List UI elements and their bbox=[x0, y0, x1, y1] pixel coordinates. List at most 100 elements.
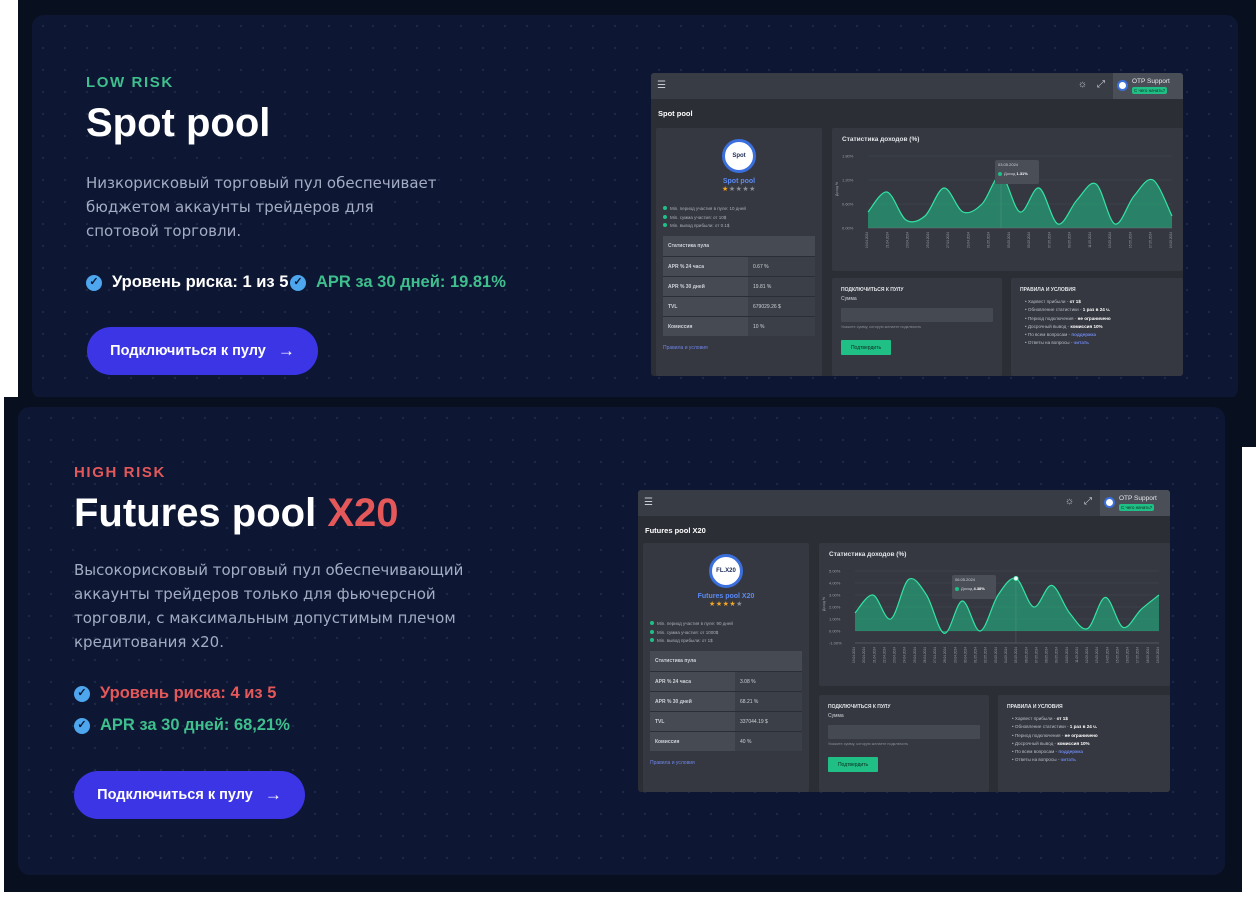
faq-link[interactable]: читать bbox=[1061, 757, 1076, 762]
pool-name: Spot pool bbox=[722, 178, 756, 185]
support-link[interactable]: поддержка bbox=[1071, 332, 1096, 337]
expand-icon[interactable]: ⤢ bbox=[1097, 79, 1105, 90]
stat-value: 0.67 % bbox=[748, 257, 815, 276]
x-tick-label: 25.04.2024 bbox=[926, 232, 930, 248]
pool-logo: Spot bbox=[722, 139, 756, 173]
pool-title: Futures pool X20 bbox=[74, 491, 399, 536]
x-tick-label: 19.04.2024 bbox=[865, 232, 869, 248]
y-tick-label: 1.80% bbox=[842, 154, 854, 159]
rules-title: Правила и условия bbox=[1007, 704, 1063, 710]
user-name: OTP Support bbox=[1132, 78, 1170, 85]
requirement-item: Min. вывод прибыли: от 1$ bbox=[650, 637, 733, 646]
x-tick-label: 25.04.2024 bbox=[913, 647, 917, 663]
y-tick-label: 4.00% bbox=[829, 581, 841, 586]
requirement-item: Min. сумма участия: от 1000$ bbox=[650, 629, 733, 638]
x-tick-label: 27.04.2024 bbox=[946, 232, 950, 248]
connect-pool-label: Подключиться к пулу bbox=[110, 343, 266, 359]
sun-icon[interactable]: ☼ bbox=[1078, 79, 1087, 90]
stat-value: 3.08 % bbox=[735, 672, 802, 691]
pool-title-text: Futures pool bbox=[74, 491, 328, 535]
connect-pool-button[interactable]: Подключиться к пулу → bbox=[74, 771, 305, 819]
x-tick-label: 30.04.2024 bbox=[963, 647, 967, 663]
user-menu[interactable]: OTP Support С чего начать? bbox=[1113, 73, 1183, 99]
income-chart: -1.00% 0.00% 1.00% 2.00% 3.00% 4.00% 5.00% Дохо… bbox=[822, 569, 1160, 663]
x-tick-label: 02.05.2024 bbox=[984, 647, 988, 663]
tooltip-date: 03.05.2024 bbox=[998, 162, 1019, 167]
preview-page-title: Futures pool X20 bbox=[645, 526, 706, 535]
x-tick-label: 19.05.2024 bbox=[1156, 647, 1160, 663]
chart-tooltip: 06.05.2024 Доход 4.38% bbox=[952, 575, 996, 599]
user-menu[interactable]: OTP Support С чего начать? bbox=[1100, 490, 1170, 516]
rules-link[interactable]: Правила и условия bbox=[650, 760, 695, 766]
income-chart-panel: Статистика доходов (%) -1.00% 0.00% 1.00% 2… bbox=[819, 543, 1170, 686]
x-tick-label: 17.05.2024 bbox=[1136, 647, 1140, 663]
stat-label: Комиссия bbox=[650, 732, 735, 751]
arrow-right-icon: → bbox=[277, 341, 295, 360]
table-row: Комиссия 10 % bbox=[663, 316, 815, 336]
rules-link[interactable]: Правила и условия bbox=[663, 345, 708, 351]
x-tick-label: 28.04.2024 bbox=[943, 647, 947, 663]
x-tick-label: 19.05.2024 bbox=[1169, 232, 1173, 248]
preview-topbar: ☰ ☼ ⤢ OTP Support С чего начать? bbox=[638, 490, 1170, 516]
y-tick-label: 2.00% bbox=[829, 605, 841, 610]
rule-item: Досрочный вывод - комиссия 10% bbox=[1025, 323, 1111, 331]
x-tick-label: 15.05.2024 bbox=[1128, 232, 1132, 248]
pool-logo: FL.X20 bbox=[709, 554, 743, 588]
confirm-button[interactable]: Подтвердить bbox=[828, 757, 878, 772]
table-row: TVL 679029.26 $ bbox=[663, 296, 815, 316]
tooltip-date: 06.05.2024 bbox=[955, 577, 976, 582]
y-axis-label: Доход % bbox=[822, 597, 826, 611]
rating-stars: ★★★★★ bbox=[722, 186, 756, 193]
futures-dashboard-preview: ☰ ☼ ⤢ OTP Support С чего начать? Futures… bbox=[638, 490, 1170, 792]
requirement-item: Min. сумма участия: от 10$ bbox=[663, 214, 746, 223]
feature-apr: ✓ APR за 30 дней: 68,21% bbox=[74, 716, 290, 735]
x-tick-label: 20.04.2024 bbox=[862, 647, 866, 663]
tooltip-label: Доход bbox=[1004, 171, 1016, 176]
getting-started-badge[interactable]: С чего начать? bbox=[1119, 504, 1155, 511]
x-tick-label: 24.04.2024 bbox=[903, 647, 907, 663]
stats-title: Статистика пула bbox=[663, 236, 815, 256]
pool-title: Spot pool bbox=[86, 101, 271, 145]
x-tick-label: 23.04.2024 bbox=[906, 232, 910, 248]
faq-link[interactable]: читать bbox=[1074, 340, 1089, 345]
stat-value: 68.21 % bbox=[735, 692, 802, 711]
x-tick-label: 05.05.2024 bbox=[1027, 232, 1031, 248]
x-tick-label: 13.05.2024 bbox=[1095, 647, 1099, 663]
confirm-button[interactable]: Подтвердить bbox=[841, 340, 891, 355]
x-tick-label: 12.05.2024 bbox=[1085, 647, 1089, 663]
stat-label: TVL bbox=[650, 712, 735, 731]
feature-risk-level: ✓ Уровень риска: 4 из 5 bbox=[74, 684, 276, 703]
expand-icon[interactable]: ⤢ bbox=[1084, 496, 1092, 507]
income-chart-panel: Статистика доходов (%) 0.00% 0.60% 1.20% 1.… bbox=[832, 128, 1183, 271]
amount-hint: Укажите сумму, которую желаете подключит… bbox=[828, 742, 909, 746]
x-tick-label: 01.05.2024 bbox=[974, 647, 978, 663]
amount-input[interactable] bbox=[841, 308, 993, 322]
tooltip-label: Доход bbox=[961, 586, 973, 591]
feature-risk-level: ✓ Уровень риска: 1 из 5 bbox=[86, 273, 288, 292]
check-icon: ✓ bbox=[74, 685, 90, 702]
hamburger-icon[interactable]: ☰ bbox=[657, 80, 666, 91]
connect-pool-button[interactable]: Подключиться к пулу → bbox=[87, 327, 318, 375]
amount-hint: Укажите сумму, которую желаете подключит… bbox=[841, 325, 922, 329]
stat-label: Комиссия bbox=[663, 317, 748, 336]
pool-info-panel: Spot Spot pool ★★★★★ Min. период участия… bbox=[656, 128, 822, 376]
amount-input[interactable] bbox=[828, 725, 980, 739]
x-tick-label: 26.04.2024 bbox=[923, 647, 927, 663]
y-tick-label: 3.00% bbox=[829, 593, 841, 598]
x-tick-label: 03.05.2024 bbox=[1007, 232, 1011, 248]
pool-description: Низкорисковый торговый пул обеспечивает … bbox=[86, 174, 437, 240]
pool-name: Futures pool X20 bbox=[697, 593, 755, 600]
hamburger-icon[interactable]: ☰ bbox=[644, 497, 653, 508]
x-tick-label: 01.05.2024 bbox=[987, 232, 991, 248]
getting-started-badge[interactable]: С чего начать? bbox=[1132, 87, 1168, 94]
risk-tag: HIGH RISK bbox=[74, 464, 166, 481]
support-link[interactable]: поддержка bbox=[1058, 749, 1083, 754]
y-tick-label: 0.00% bbox=[829, 629, 841, 634]
check-icon: ✓ bbox=[290, 274, 306, 291]
stat-value: 679029.26 $ bbox=[748, 297, 815, 316]
x-tick-label: 04.05.2024 bbox=[1004, 647, 1008, 663]
sun-icon[interactable]: ☼ bbox=[1065, 496, 1074, 507]
amount-label: Сумма bbox=[841, 296, 857, 302]
tooltip-value: 4.38% bbox=[973, 586, 985, 591]
stat-label: APR % 24 часа bbox=[663, 257, 748, 276]
